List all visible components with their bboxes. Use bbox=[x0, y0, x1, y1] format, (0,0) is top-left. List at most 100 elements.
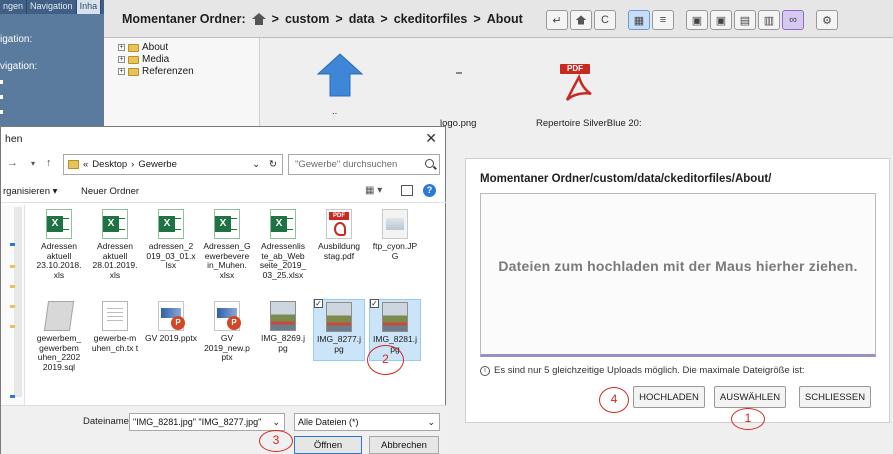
parent-folder-arrow-icon[interactable] bbox=[314, 52, 366, 98]
home-button[interactable] bbox=[570, 10, 592, 30]
breadcrumb-item[interactable]: About bbox=[487, 12, 523, 26]
file-name: IMG_8277.j pg bbox=[317, 334, 361, 354]
organize-menu[interactable]: rganisieren ▾ bbox=[3, 186, 57, 197]
excel-icon: X bbox=[158, 209, 184, 239]
breadcrumb-item[interactable]: data bbox=[349, 12, 375, 26]
file-item[interactable]: X Adressen aktuell 28.01.2019. xls bbox=[89, 209, 141, 280]
file-item[interactable]: ftp_cyon.JP G bbox=[369, 209, 421, 261]
file-item[interactable]: X Adressenlis te_ab_Web seite_2019_ 03_2… bbox=[257, 209, 309, 280]
chevron-down-icon[interactable]: ⌄ bbox=[427, 417, 439, 428]
media-file-icon: ▣ bbox=[715, 14, 727, 27]
acrobat-logo-icon bbox=[565, 74, 592, 101]
grid-icon: ▦ bbox=[633, 14, 645, 27]
file-item[interactable]: gewerbe-m uhen_ch.tx t bbox=[89, 301, 141, 353]
help-icon[interactable]: ? bbox=[423, 184, 436, 197]
breadcrumb-item[interactable]: ckeditorfiles bbox=[394, 12, 468, 26]
sidebar-scrollbar[interactable] bbox=[14, 207, 22, 397]
file-item[interactable]: X Adressen aktuell 23.10.2018. xls bbox=[33, 209, 85, 280]
expand-icon[interactable]: + bbox=[118, 68, 125, 75]
list-icon: ≡ bbox=[659, 14, 667, 26]
up-arrow-icon[interactable]: ↑ bbox=[46, 157, 52, 169]
folder-icon bbox=[128, 67, 139, 76]
list-view-button[interactable]: ≡ bbox=[652, 10, 674, 30]
preview-pane-icon[interactable] bbox=[401, 185, 413, 196]
file-name: Adressen aktuell 28.01.2019. xls bbox=[92, 241, 138, 280]
pdf-file-icon[interactable]: PDF bbox=[558, 64, 598, 106]
image-icon bbox=[382, 209, 408, 239]
open-file-dialog: hen ✕ → ▾ ↑ « Desktop › Gewerbe ⌄ ↻ "Gew… bbox=[0, 126, 447, 454]
expand-icon[interactable]: + bbox=[118, 44, 125, 51]
new-folder-button[interactable]: Neuer Ordner bbox=[81, 186, 139, 197]
excel-icon: X bbox=[46, 209, 72, 239]
select-files-button[interactable]: AUSWÄHLEN bbox=[714, 386, 786, 408]
tree-item-media[interactable]: + Media bbox=[118, 54, 169, 65]
search-icon bbox=[425, 159, 434, 168]
breadcrumb-item[interactable]: custom bbox=[285, 12, 329, 26]
history-dropdown-icon[interactable]: ▾ bbox=[31, 159, 35, 168]
home-icon[interactable] bbox=[251, 13, 266, 25]
annotation-step-1: 1 bbox=[731, 408, 765, 430]
view-options-icon[interactable]: ▦ ▾ bbox=[365, 185, 382, 196]
search-input[interactable]: "Gewerbe" durchsuchen bbox=[288, 154, 440, 175]
tab-ngen[interactable]: ngen bbox=[0, 0, 28, 14]
cancel-button[interactable]: Abbrechen bbox=[369, 436, 439, 454]
file-name: GV 2019_new.p ptx bbox=[204, 333, 250, 362]
checkbox-checked-icon[interactable]: ✓ bbox=[314, 299, 323, 308]
annotation-step-3: 3 bbox=[259, 430, 293, 452]
file-item[interactable]: PDF Ausbildung stag.pdf bbox=[313, 209, 365, 261]
back-button[interactable]: ↵ bbox=[546, 10, 568, 30]
file-item[interactable]: X Adressen_G ewerbevere in_Muhen. xlsx bbox=[201, 209, 253, 280]
address-segment[interactable]: Desktop bbox=[92, 159, 127, 170]
file-name: Adressen aktuell 23.10.2018. xls bbox=[36, 241, 82, 280]
close-icon[interactable]: ✕ bbox=[425, 130, 437, 147]
file-item[interactable]: IMG_8269.j pg bbox=[257, 301, 309, 353]
close-panel-button[interactable]: SCHLIESSEN bbox=[799, 386, 871, 408]
checkbox-checked-icon[interactable]: ✓ bbox=[370, 299, 379, 308]
sidebar-marker bbox=[10, 265, 15, 268]
file-label[interactable]: Repertoire SilverBlue 20: bbox=[536, 118, 642, 129]
file-item[interactable]: gewerbem_ gewerbem uhen_2202 2019.sql bbox=[33, 301, 85, 372]
filter-documents-button[interactable]: ▤ bbox=[734, 10, 756, 30]
open-button[interactable]: Öffnen bbox=[294, 436, 362, 454]
filetype-select[interactable]: Alle Dateien (*) ⌄ bbox=[294, 413, 440, 431]
refresh-button[interactable]: C bbox=[594, 10, 616, 30]
settings-button[interactable]: ⚙ bbox=[816, 10, 838, 30]
tree-item-referenzen[interactable]: + Referenzen bbox=[118, 66, 194, 77]
upload-info-text: Es sind nur 5 gleichzeitige Uploads mögl… bbox=[494, 365, 805, 376]
tab-inhalt[interactable]: Inha bbox=[76, 0, 102, 14]
home-icon bbox=[575, 15, 587, 25]
dialog-title: hen bbox=[5, 133, 23, 145]
address-bar[interactable]: « Desktop › Gewerbe ⌄ ↻ bbox=[63, 154, 283, 175]
tab-navigation[interactable]: Navigation bbox=[27, 0, 77, 14]
dialog-toolbar: rganisieren ▾ Neuer Ordner ▦ ▾ ? bbox=[1, 181, 447, 203]
sidebar-marker bbox=[10, 305, 15, 308]
file-name: gewerbe-m uhen_ch.tx t bbox=[91, 333, 139, 353]
chevron-down-icon[interactable]: ⌄ bbox=[252, 159, 260, 170]
file-label[interactable]: .. bbox=[332, 106, 337, 117]
refresh-icon[interactable]: ↻ bbox=[264, 159, 282, 170]
filename-input[interactable]: "IMG_8281.jpg" "IMG_8277.jpg" ⌄ bbox=[129, 413, 285, 431]
file-item[interactable]: X adressen_2 019_03_01.x lsx bbox=[145, 209, 197, 271]
filter-media-button[interactable]: ▣ bbox=[710, 10, 732, 30]
address-segment[interactable]: Gewerbe bbox=[138, 159, 177, 170]
nav-label: vigation: bbox=[0, 61, 38, 72]
grid-view-button[interactable]: ▦ bbox=[628, 10, 650, 30]
file-item[interactable]: P GV 2019_new.p ptx bbox=[201, 301, 253, 363]
drop-zone[interactable]: Dateien zum hochladen mit der Maus hierh… bbox=[480, 193, 876, 357]
forward-arrow-icon[interactable]: → bbox=[7, 157, 18, 169]
file-item-selected[interactable]: ✓ IMG_8277.j pg bbox=[313, 299, 365, 361]
filter-all-button[interactable]: ∞ bbox=[782, 10, 804, 30]
filter-images-button[interactable]: ▣ bbox=[686, 10, 708, 30]
breadcrumb-separator: > bbox=[473, 12, 481, 26]
upload-button[interactable]: HOCHLADEN bbox=[633, 386, 705, 408]
archive-file-icon: ▥ bbox=[763, 14, 775, 27]
expand-icon[interactable]: + bbox=[118, 56, 125, 63]
tree-item-about[interactable]: + About bbox=[118, 42, 168, 53]
filter-archives-button[interactable]: ▥ bbox=[758, 10, 780, 30]
file-manager-header: Momentaner Ordner: > custom > data > cke… bbox=[104, 0, 893, 38]
file-item[interactable]: P GV 2019.pptx bbox=[145, 301, 197, 344]
image-placeholder-icon[interactable] bbox=[456, 72, 462, 74]
chevron-down-icon[interactable]: ⌄ bbox=[272, 417, 284, 428]
photo-icon bbox=[382, 302, 408, 332]
screenshot: ngen Navigation Inha igation: vigation: … bbox=[0, 0, 893, 454]
